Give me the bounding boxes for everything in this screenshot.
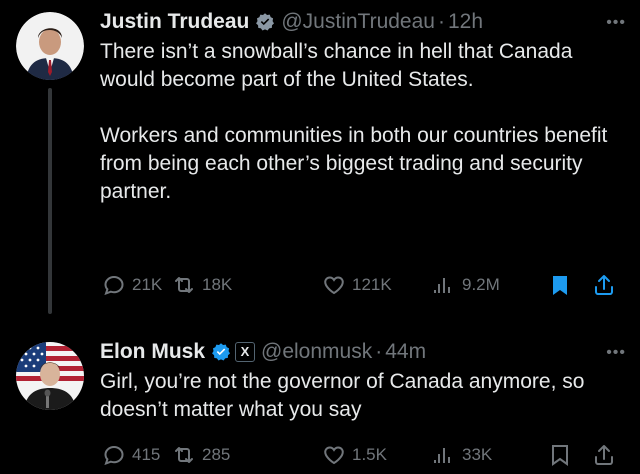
avatar-musk[interactable] (16, 342, 84, 410)
avatar-trudeau[interactable] (16, 12, 84, 80)
heart-icon (324, 276, 344, 295)
reply-button[interactable]: 21K (102, 270, 162, 300)
tweet-content: Elon Musk X @elonmusk · 44m Girl, you’re… (100, 338, 620, 424)
bookmark-button[interactable] (548, 270, 578, 300)
reply-count: 415 (132, 445, 161, 464)
separator-dot: · (375, 340, 383, 363)
repost-icon (175, 447, 193, 463)
bookmark-button[interactable] (548, 440, 578, 470)
thread-connector-line (48, 88, 52, 314)
user-handle[interactable]: @JustinTrudeau (281, 8, 435, 36)
tweet-header: Justin Trudeau @JustinTrudeau · 12h (100, 8, 620, 36)
view-count: 33K (462, 445, 493, 464)
bookmark-filled-icon (553, 276, 567, 295)
timestamp[interactable]: 44m (385, 338, 426, 366)
verified-badge-icon (211, 342, 231, 362)
like-button[interactable]: 121K (322, 270, 392, 300)
views-button[interactable]: 9.2M (432, 270, 500, 300)
tweet-actions: 415 285 1.5K 33K (100, 440, 628, 470)
repost-icon (175, 277, 193, 293)
share-icon (595, 275, 613, 295)
like-count: 1.5K (352, 445, 387, 464)
tweet-trudeau[interactable]: ••• Justin Trudeau @JustinTrudeau · 12h … (0, 0, 640, 314)
repost-button[interactable]: 18K (172, 270, 232, 300)
timestamp[interactable]: 12h (448, 8, 483, 36)
views-chart-icon (434, 278, 450, 293)
reply-count: 21K (132, 275, 163, 294)
tweet-musk[interactable]: ••• Elon Musk X @elonmusk · 44m Girl, yo… (0, 330, 640, 474)
tweet-header: Elon Musk X @elonmusk · 44m (100, 338, 620, 366)
share-button[interactable] (592, 440, 622, 470)
like-count: 121K (352, 275, 392, 294)
repost-count: 285 (202, 445, 231, 464)
tweet-text: There isn’t a snowball’s chance in hell … (100, 40, 608, 203)
repost-button[interactable]: 285 (172, 440, 230, 470)
repost-count: 18K (202, 275, 233, 294)
reply-icon (104, 275, 124, 296)
views-chart-icon (434, 448, 450, 463)
share-icon (595, 445, 613, 465)
separator-dot: · (437, 10, 445, 33)
verified-badge-icon (255, 12, 275, 32)
user-handle[interactable]: @elonmusk (261, 338, 372, 366)
display-name[interactable]: Elon Musk (100, 338, 205, 366)
views-button[interactable]: 33K (432, 440, 492, 470)
affiliate-x-badge: X (235, 342, 256, 362)
tweet-text: Girl, you’re not the governor of Canada … (100, 370, 585, 421)
tweet-content: Justin Trudeau @JustinTrudeau · 12h Ther… (100, 8, 620, 206)
view-count: 9.2M (462, 275, 500, 294)
reply-icon (104, 445, 124, 466)
share-button[interactable] (592, 270, 622, 300)
display-name[interactable]: Justin Trudeau (100, 8, 249, 36)
bookmark-outline-icon (552, 445, 568, 466)
heart-icon (324, 446, 344, 465)
tweet-actions: 21K 18K 121K 9.2M (100, 270, 628, 300)
like-button[interactable]: 1.5K (322, 440, 387, 470)
reply-button[interactable]: 415 (102, 440, 160, 470)
